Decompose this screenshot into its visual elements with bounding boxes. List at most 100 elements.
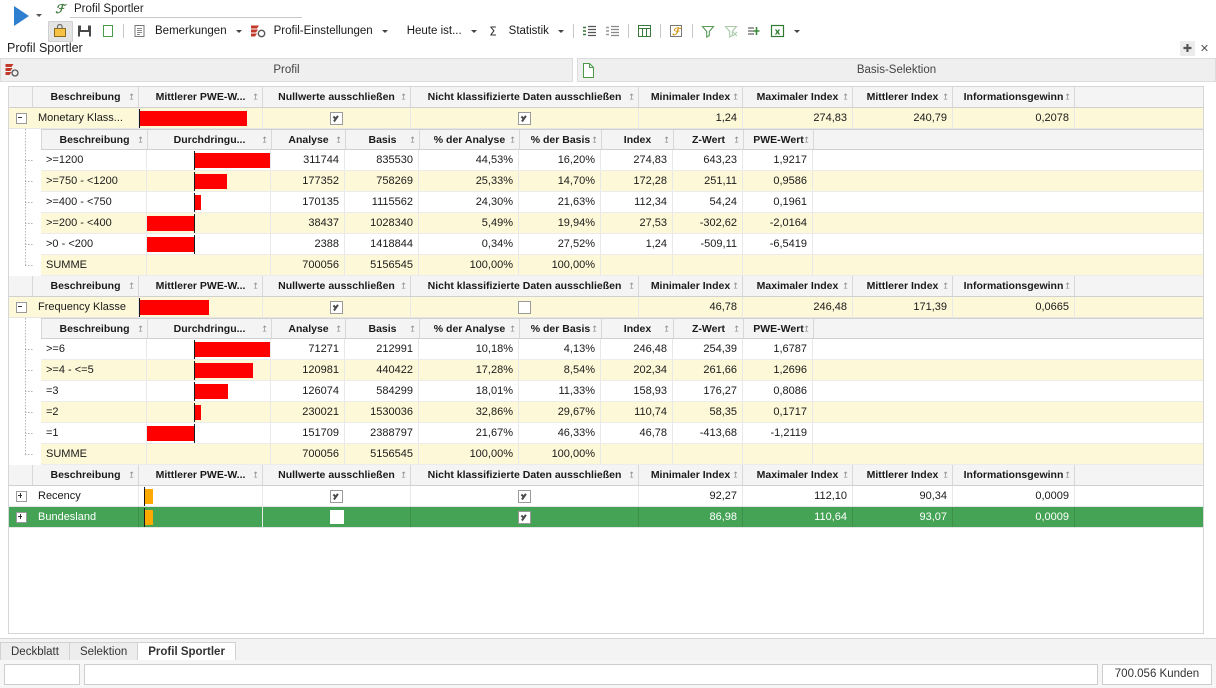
nicht-klassifiziert-checkbox-cell[interactable]: [411, 486, 639, 506]
column-filter-icon[interactable]: ↥: [733, 135, 740, 144]
column-filter-icon[interactable]: ↥: [803, 135, 810, 144]
column-filter-icon[interactable]: ↥: [400, 282, 407, 291]
column-header-beschreibung[interactable]: Beschreibung↥: [33, 87, 139, 107]
statistik-caret-icon[interactable]: [558, 30, 564, 33]
notes-icon[interactable]: [128, 22, 151, 41]
column-filter-icon[interactable]: ↥: [663, 324, 670, 333]
column-filter-icon[interactable]: ↥: [733, 324, 740, 333]
nicht-klassifiziert-checkbox-cell[interactable]: [411, 108, 639, 128]
column-filter-icon[interactable]: ↥: [400, 471, 407, 480]
column-filter-icon[interactable]: ↥: [628, 93, 635, 102]
column-header-nicht_klassifiziert[interactable]: Nicht klassifizierte Daten ausschließen↥: [411, 276, 639, 296]
column-header-analyse[interactable]: Analyse↥: [272, 319, 346, 338]
column-filter-icon[interactable]: ↥: [942, 471, 949, 480]
table-row[interactable]: =2230021153003632,86%29,67%110,7458,350,…: [41, 402, 1203, 423]
column-filter-icon[interactable]: ↥: [591, 135, 598, 144]
column-header-pct_analyse[interactable]: % der Analyse↥: [420, 130, 520, 149]
nicht-klassifiziert-checkbox-cell[interactable]: [411, 297, 639, 317]
column-filter-icon[interactable]: ↥: [663, 135, 670, 144]
checkbox[interactable]: [330, 490, 343, 503]
column-header-basis[interactable]: Basis↥: [346, 319, 420, 338]
insert-column-icon[interactable]: [743, 22, 766, 41]
profile-title-input[interactable]: [70, 0, 302, 18]
bemerkungen-button[interactable]: Bemerkungen: [151, 25, 231, 37]
table-row[interactable]: =312607458429918,01%11,33%158,93176,270,…: [41, 381, 1203, 402]
column-filter-icon[interactable]: ↥: [942, 93, 949, 102]
column-header-nullwerte[interactable]: Nullwerte ausschließen↥: [263, 465, 411, 485]
lock-save-icon[interactable]: [48, 21, 73, 42]
column-header-durchdringung[interactable]: Durchdringu...↥: [148, 319, 272, 338]
bottom-tab-selektion[interactable]: Selektion: [69, 642, 138, 661]
column-header-beschreibung[interactable]: Beschreibung↥: [42, 130, 148, 149]
checkbox[interactable]: [518, 511, 531, 524]
table-row[interactable]: >=750 - <120017735275826925,33%14,70%172…: [41, 171, 1203, 192]
collapse-minus-icon[interactable]: [16, 113, 27, 124]
profil-einstellungen-button[interactable]: Profil-Einstellungen: [270, 25, 377, 37]
filter-clear-icon[interactable]: [720, 22, 743, 41]
column-header-beschreibung[interactable]: Beschreibung↥: [33, 465, 139, 485]
column-filter-icon[interactable]: ↥: [1064, 471, 1071, 480]
column-filter-icon[interactable]: ↥: [409, 135, 416, 144]
panel-tab-basis-selektion[interactable]: Basis-Selektion: [577, 58, 1216, 82]
column-filter-icon[interactable]: ↥: [509, 135, 516, 144]
nullwerte-checkbox-cell[interactable]: [263, 297, 411, 317]
column-header-mittlerer_pwe[interactable]: Mittlerer PWE-W...↥: [139, 276, 263, 296]
column-header-durchdringung[interactable]: Durchdringu...↥: [148, 130, 272, 149]
column-filter-icon[interactable]: ↥: [732, 282, 739, 291]
profile-settings-icon[interactable]: [247, 22, 270, 41]
column-header-index[interactable]: Index↥: [602, 130, 674, 149]
column-filter-icon[interactable]: ↥: [842, 282, 849, 291]
panel-tab-profil[interactable]: Profil: [0, 58, 573, 82]
column-header-min_index[interactable]: Minimaler Index↥: [639, 87, 743, 107]
column-filter-icon[interactable]: ↥: [842, 93, 849, 102]
column-filter-icon[interactable]: ↥: [803, 324, 810, 333]
column-filter-icon[interactable]: ↥: [400, 93, 407, 102]
checkbox[interactable]: [330, 301, 343, 314]
pin-icon[interactable]: ✚: [1180, 41, 1195, 56]
table-row[interactable]: >=400 - <750170135111556224,30%21,63%112…: [41, 192, 1203, 213]
column-filter-icon[interactable]: ↥: [732, 93, 739, 102]
column-filter-icon[interactable]: ↥: [509, 324, 516, 333]
column-filter-icon[interactable]: ↥: [261, 135, 268, 144]
column-filter-icon[interactable]: ↥: [335, 324, 342, 333]
table-row[interactable]: Monetary Klass...1,24274,83240,790,2078: [9, 108, 1203, 129]
profile-grid[interactable]: Beschreibung↥Mittlerer PWE-W...↥Nullwert…: [8, 86, 1204, 634]
table-row[interactable]: >=67127121299110,18%4,13%246,48254,391,6…: [41, 339, 1203, 360]
profil-einstellungen-caret-icon[interactable]: [382, 30, 388, 33]
column-header-pwewert[interactable]: PWE-Wert↥: [744, 130, 814, 149]
column-header-pwewert[interactable]: PWE-Wert↥: [744, 319, 814, 338]
bottom-tab-deckblatt[interactable]: Deckblatt: [0, 642, 70, 661]
column-header-nicht_klassifiziert[interactable]: Nicht klassifizierte Daten ausschließen↥: [411, 87, 639, 107]
table-row[interactable]: Bundesland86,98110,6493,070,0009: [9, 507, 1203, 528]
column-filter-icon[interactable]: ↥: [128, 93, 135, 102]
column-filter-icon[interactable]: ↥: [252, 93, 259, 102]
nicht-klassifiziert-checkbox-cell[interactable]: [411, 507, 639, 527]
bottom-tab-profil-sportler[interactable]: Profil Sportler: [137, 642, 236, 661]
column-header-mittlerer_pwe[interactable]: Mittlerer PWE-W...↥: [139, 465, 263, 485]
column-filter-icon[interactable]: ↥: [1064, 282, 1071, 291]
indent-increase-icon[interactable]: [578, 22, 601, 41]
collapse-minus-icon[interactable]: [16, 302, 27, 313]
column-header-beschreibung[interactable]: Beschreibung↥: [42, 319, 148, 338]
column-filter-icon[interactable]: ↥: [732, 471, 739, 480]
table-row[interactable]: >=4 - <=512098144042217,28%8,54%202,3426…: [41, 360, 1203, 381]
run-dropdown-caret-icon[interactable]: [36, 14, 42, 17]
column-filter-icon[interactable]: ↥: [628, 282, 635, 291]
column-filter-icon[interactable]: ↥: [128, 282, 135, 291]
save-icon[interactable]: [73, 22, 96, 41]
column-header-mittlerer_pwe[interactable]: Mittlerer PWE-W...↥: [139, 87, 263, 107]
filter-icon[interactable]: [697, 22, 720, 41]
checkbox[interactable]: [330, 510, 344, 524]
formula-field-icon[interactable]: ℱ: [665, 22, 688, 41]
checkbox[interactable]: [518, 490, 531, 503]
tree-toggle-cell[interactable]: [9, 507, 33, 527]
column-header-min_index[interactable]: Minimaler Index↥: [639, 276, 743, 296]
column-filter-icon[interactable]: ↥: [1064, 93, 1071, 102]
column-header-max_index[interactable]: Maximaler Index↥: [743, 465, 853, 485]
table-row[interactable]: =1151709238879721,67%46,33%46,78-413,68-…: [41, 423, 1203, 444]
column-header-mittlerer_index[interactable]: Mittlerer Index↥: [853, 276, 953, 296]
column-header-informationsgewinn[interactable]: Informationsgewinn↥: [953, 87, 1075, 107]
indent-decrease-icon[interactable]: [601, 22, 624, 41]
heute-ist-caret-icon[interactable]: [471, 30, 477, 33]
column-filter-icon[interactable]: ↥: [591, 324, 598, 333]
